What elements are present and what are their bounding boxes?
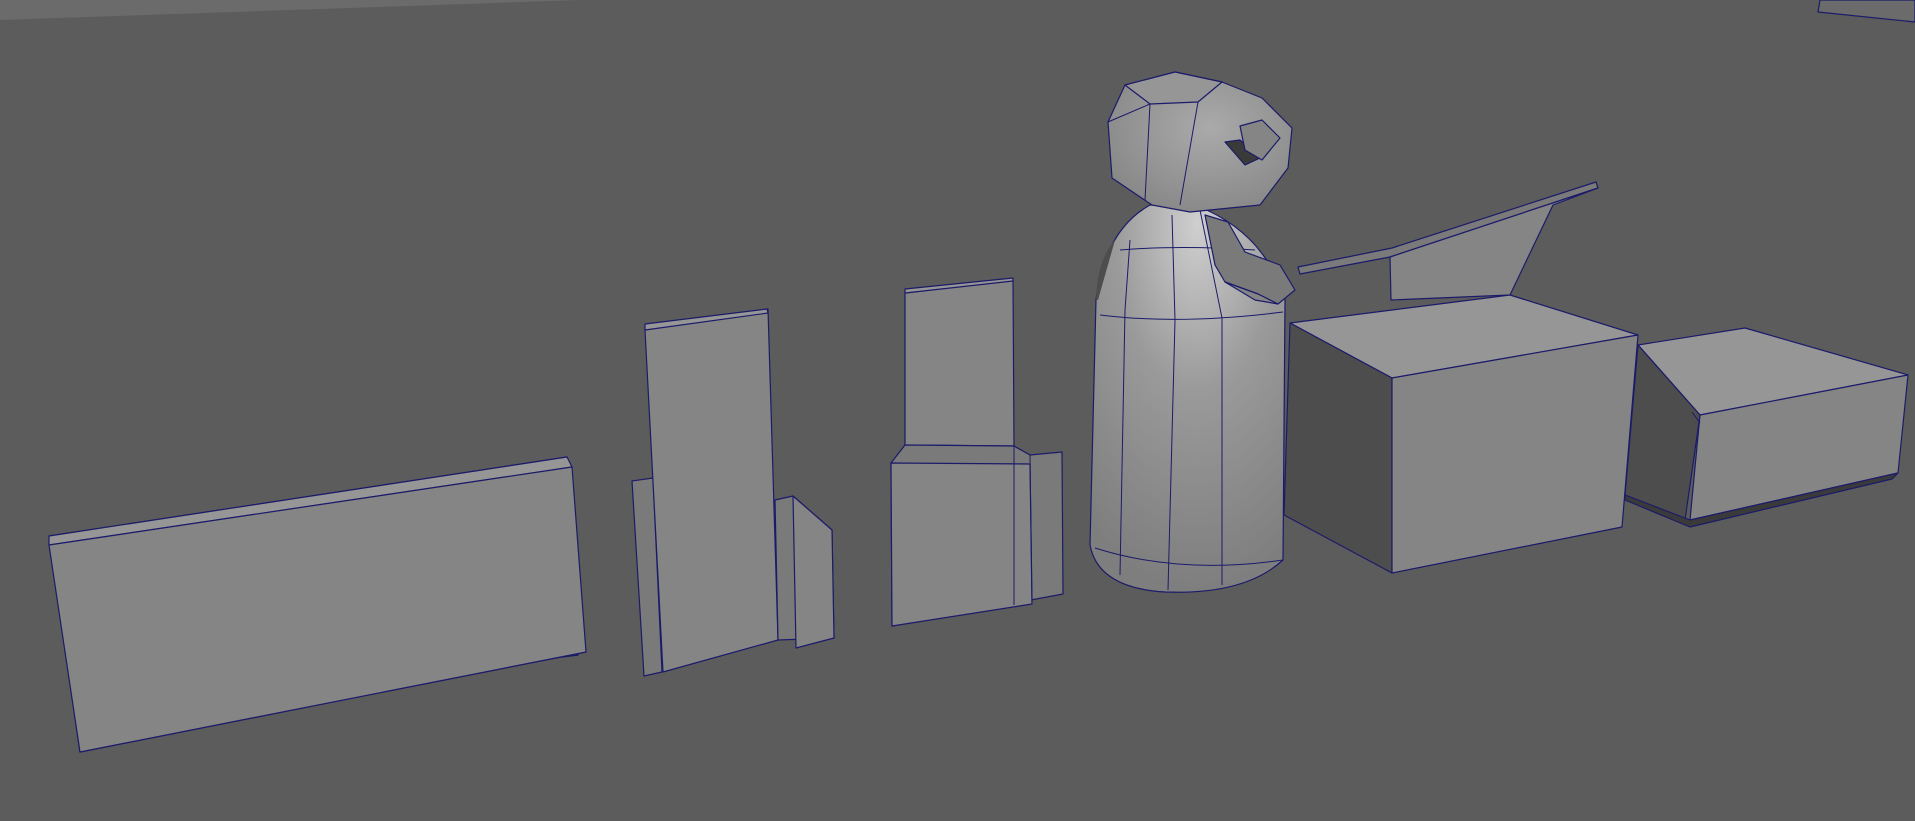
- long-bench[interactable]: [48, 456, 587, 753]
- stepped-panel[interactable]: [890, 277, 1064, 627]
- crate-with-lid[interactable]: [1283, 181, 1639, 574]
- flat-box[interactable]: [1624, 327, 1909, 528]
- scene-canvas[interactable]: [0, 0, 1915, 816]
- character-figure[interactable]: [1089, 71, 1296, 593]
- 3d-viewport[interactable]: [0, 0, 1915, 816]
- horizon-plane-top-right: [1817, 0, 1915, 23]
- tall-panel[interactable]: [631, 308, 835, 677]
- horizon-plane-top-left: [0, 0, 580, 20]
